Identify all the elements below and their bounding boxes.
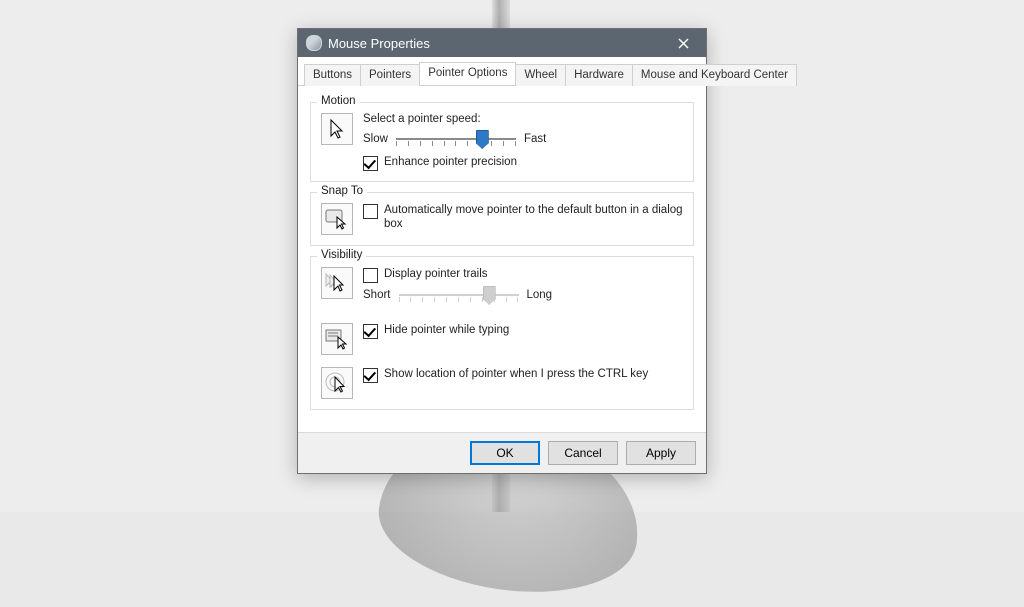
enhance-precision-label: Enhance pointer precision (384, 155, 517, 169)
tab-pointers[interactable]: Pointers (360, 64, 420, 86)
fast-label: Fast (524, 133, 546, 145)
tab-pointer-options[interactable]: Pointer Options (419, 62, 516, 85)
snap-to-icon (321, 203, 353, 235)
ok-button[interactable]: OK (470, 441, 540, 465)
cursor-icon (321, 113, 353, 145)
tab-strip: ButtonsPointersPointer OptionsWheelHardw… (298, 57, 706, 86)
mouse-properties-dialog: Mouse Properties ButtonsPointersPointer … (297, 28, 707, 474)
dialog-button-bar: OK Cancel Apply (298, 432, 706, 473)
ctrl-locate-label: Show location of pointer when I press th… (384, 367, 648, 381)
tab-wheel[interactable]: Wheel (515, 64, 566, 86)
titlebar[interactable]: Mouse Properties (298, 29, 706, 57)
short-label: Short (363, 289, 391, 301)
pointer-speed-slider[interactable]: Slow Fast (363, 129, 683, 149)
pointer-trails-icon (321, 267, 353, 299)
apply-button[interactable]: Apply (626, 441, 696, 465)
trails-length-slider: Short Long (363, 285, 683, 305)
tab-mouse-and-keyboard-center[interactable]: Mouse and Keyboard Center (632, 64, 797, 86)
tab-panel-pointer-options: Motion Select a pointer speed: Slow (298, 86, 706, 433)
cancel-button[interactable]: Cancel (548, 441, 618, 465)
long-label: Long (527, 289, 553, 301)
window-title: Mouse Properties (328, 36, 666, 51)
pointer-trails-checkbox[interactable]: Display pointer trails (363, 267, 683, 283)
ctrl-locate-checkbox[interactable]: Show location of pointer when I press th… (363, 367, 683, 383)
hide-typing-icon (321, 323, 353, 355)
ctrl-locate-icon (321, 367, 353, 399)
group-visibility: Visibility (310, 256, 694, 410)
hide-typing-label: Hide pointer while typing (384, 323, 509, 337)
snap-to-checkbox[interactable]: Automatically move pointer to the defaul… (363, 203, 683, 231)
mouse-icon (306, 35, 322, 51)
pointer-speed-label: Select a pointer speed: (363, 113, 683, 125)
enhance-precision-checkbox[interactable]: Enhance pointer precision (363, 155, 683, 171)
close-icon[interactable] (666, 32, 700, 54)
slow-label: Slow (363, 133, 388, 145)
slider-thumb[interactable] (476, 130, 489, 149)
slider-thumb (483, 286, 496, 305)
group-motion: Motion Select a pointer speed: Slow (310, 102, 694, 182)
group-legend: Visibility (317, 249, 366, 261)
tab-hardware[interactable]: Hardware (565, 64, 633, 86)
group-legend: Snap To (317, 185, 367, 197)
snap-to-label: Automatically move pointer to the defaul… (384, 203, 683, 231)
hide-typing-checkbox[interactable]: Hide pointer while typing (363, 323, 683, 339)
group-snap-to: Snap To Automatically move pointer to th… (310, 192, 694, 246)
tab-buttons[interactable]: Buttons (304, 64, 361, 86)
pointer-trails-label: Display pointer trails (384, 267, 488, 281)
group-legend: Motion (317, 95, 360, 107)
